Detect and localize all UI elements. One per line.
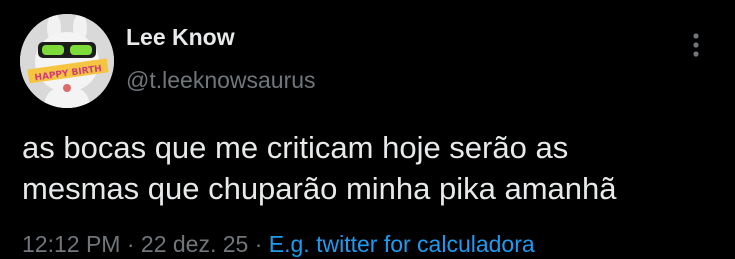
avatar-illustration: HAPPY BIRTH <box>20 14 114 108</box>
avatar[interactable]: HAPPY BIRTH <box>20 14 114 108</box>
tweet-card: HAPPY BIRTH Lee Know @t.leeknowsaurus as… <box>0 0 735 257</box>
tweet-date[interactable]: 22 dez. 25 <box>141 231 248 257</box>
author-handle[interactable]: @t.leeknowsaurus <box>126 65 316 95</box>
tweet-text-line: mesmas que chuparão minha pika amanhã <box>22 171 617 206</box>
tweet-source-link[interactable]: E.g. twitter for calculadora <box>269 231 535 257</box>
tweet-text: as bocas que me criticam hoje serão as m… <box>22 127 712 209</box>
meta-separator: · <box>120 231 141 257</box>
tweet-time[interactable]: 12:12 PM <box>22 231 120 257</box>
tweet-text-line: as bocas que me criticam hoje serão as <box>22 130 569 165</box>
tweet-meta: 12:12 PM · 22 dez. 25 · E.g. twitter for… <box>22 229 535 259</box>
meta-separator: · <box>248 231 269 257</box>
more-vertical-icon[interactable] <box>684 30 708 60</box>
author-display-name[interactable]: Lee Know <box>126 22 316 52</box>
author-block: Lee Know @t.leeknowsaurus <box>126 22 316 95</box>
